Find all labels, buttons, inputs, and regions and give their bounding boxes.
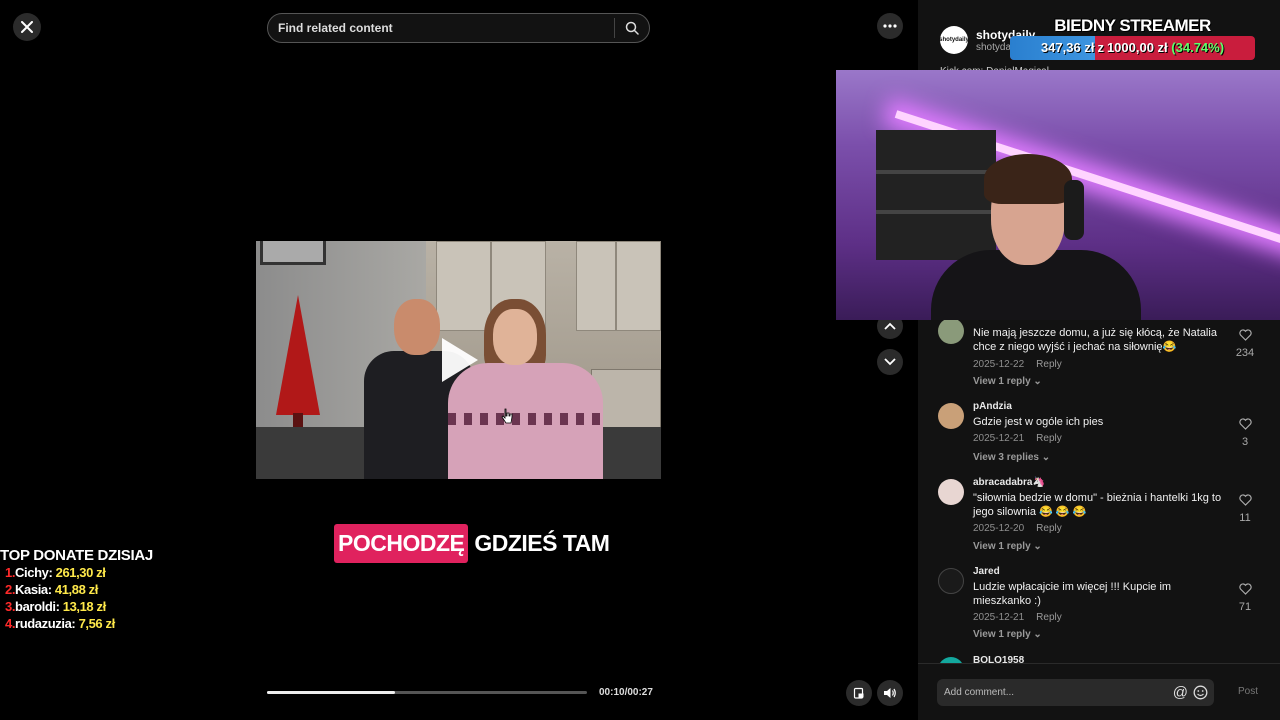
- like-button[interactable]: 71: [1232, 582, 1258, 613]
- close-button[interactable]: [13, 13, 41, 41]
- comment-meta: 2025-12-20 Reply: [973, 523, 1062, 534]
- comment-text: Ludzie wpłacajcie im więcej !!! Kupcie i…: [973, 581, 1172, 607]
- volume-button[interactable]: [877, 680, 903, 706]
- comment-avatar[interactable]: [938, 318, 964, 344]
- video-person-woman: [448, 299, 603, 479]
- caption-highlight: POCHODZĘ: [334, 524, 469, 563]
- donate-row: 2.Kasia: 41,88 zł: [5, 582, 98, 597]
- top-donate-overlay: TOP DONATE DZISIAJ 1.Cichy: 261,30 zł 2.…: [0, 547, 200, 632]
- time-display: 00:10/00:27: [599, 687, 653, 698]
- video-scene-tree: [276, 295, 320, 415]
- heart-icon: [1238, 494, 1252, 506]
- donate-row: 4.rudazuzia: 7,56 zł: [5, 616, 115, 631]
- video-frame[interactable]: [256, 241, 661, 479]
- like-count: 3: [1241, 436, 1249, 448]
- goal-separator: z: [1097, 40, 1104, 55]
- comment-input-wrapper: @: [937, 679, 1214, 706]
- video-scene-picture: [260, 241, 326, 265]
- goal-target: 1000,00 zł: [1106, 40, 1168, 55]
- comment-meta: 2025-12-21 Reply: [973, 433, 1062, 444]
- play-icon[interactable]: [442, 338, 478, 382]
- view-replies-button[interactable]: View 1 reply ⌄: [973, 376, 1042, 387]
- author-avatar[interactable]: shotydaily: [939, 26, 969, 54]
- comment-avatar[interactable]: [938, 403, 964, 429]
- emoji-icon[interactable]: [1193, 685, 1208, 700]
- comment-text: "siłownia bedzie w domu" - bieżnia i han…: [973, 492, 1222, 518]
- like-button[interactable]: 11: [1232, 493, 1258, 524]
- mouse-cursor-icon: [501, 408, 513, 424]
- close-icon: [21, 21, 33, 33]
- comment-author[interactable]: Jared: [973, 566, 1000, 577]
- next-video-button[interactable]: [877, 349, 903, 375]
- comment-date: 2025-12-22: [973, 359, 1025, 370]
- comment-date: 2025-12-21: [973, 433, 1025, 444]
- streamer-hair: [984, 154, 1072, 204]
- volume-icon: [884, 688, 896, 698]
- like-button[interactable]: 3: [1232, 417, 1258, 448]
- chevron-up-icon: [884, 322, 896, 330]
- search-bar: [267, 13, 650, 43]
- screen: POCHODZĘ GDZIEŚ TAM 00:10/00:27 TOP DONA…: [0, 0, 1280, 720]
- post-button[interactable]: Post: [1238, 686, 1258, 697]
- reply-button[interactable]: Reply: [1036, 359, 1062, 370]
- progress-fill: [267, 691, 395, 694]
- more-button[interactable]: [877, 13, 903, 39]
- streamer-webcam: [836, 70, 1280, 320]
- reply-button[interactable]: Reply: [1036, 612, 1062, 623]
- heart-icon: [1238, 418, 1252, 430]
- search-input[interactable]: [268, 21, 614, 35]
- comment-avatar[interactable]: [938, 479, 964, 505]
- comment-meta: 2025-12-21 Reply: [973, 612, 1062, 623]
- miniplayer-icon: [853, 687, 864, 699]
- headphone-icon: [1064, 180, 1084, 240]
- miniplayer-button[interactable]: [846, 680, 872, 706]
- search-icon: [625, 21, 639, 35]
- comment-text: Gdzie jest w ogóle ich pies: [973, 416, 1104, 428]
- goal-text: 347,36 zł z 1000,00 zł (34.74%): [1010, 36, 1255, 60]
- video-caption: POCHODZĘ GDZIEŚ TAM: [334, 524, 610, 563]
- comment-item: Jared Ludzie wpłacajcie im więcej !!! Ku…: [938, 566, 1268, 646]
- more-horizontal-icon: [883, 24, 897, 28]
- heart-icon: [1238, 583, 1252, 595]
- donate-row: 1.Cichy: 261,30 zł: [5, 565, 106, 580]
- view-replies-button[interactable]: View 1 reply ⌄: [973, 541, 1042, 552]
- reply-button[interactable]: Reply: [1036, 433, 1062, 444]
- goal-raised: 347,36 zł: [1040, 40, 1095, 55]
- chevron-down-icon: [884, 358, 896, 366]
- comment-item: abracadabra🦄 "siłownia bedzie w domu" - …: [938, 477, 1268, 557]
- comment-input[interactable]: [944, 687, 1173, 698]
- like-count: 234: [1235, 347, 1255, 359]
- video-player[interactable]: POCHODZĘ GDZIEŚ TAM 00:10/00:27: [256, 0, 661, 720]
- comment-meta: 2025-12-22 Reply: [973, 359, 1062, 370]
- view-replies-button[interactable]: View 1 reply ⌄: [973, 629, 1042, 640]
- donation-goal: BIEDNY STREAMER 347,36 zł z 1000,00 zł (34…: [1010, 16, 1255, 60]
- progress-bar[interactable]: [267, 691, 587, 694]
- goal-percent: (34.74%): [1171, 40, 1225, 55]
- goal-title: BIEDNY STREAMER: [1054, 16, 1211, 35]
- like-button[interactable]: 234: [1232, 328, 1258, 359]
- donate-title: TOP DONATE DZISIAJ: [0, 547, 153, 564]
- comment-date: 2025-12-20: [973, 523, 1025, 534]
- caption-text: GDZIEŚ TAM: [474, 530, 610, 556]
- search-button[interactable]: [615, 14, 649, 42]
- comment-avatar[interactable]: [938, 568, 964, 594]
- heart-icon: [1238, 329, 1252, 341]
- like-count: 71: [1238, 601, 1252, 613]
- comment-author[interactable]: pAndzia: [973, 401, 1012, 412]
- comment-date: 2025-12-21: [973, 612, 1025, 623]
- comment-item: Aleksandra Nie mają jeszcze domu, a już …: [938, 312, 1268, 392]
- comment-text: Nie mają jeszcze domu, a już się kłócą, …: [973, 327, 1217, 353]
- webcam-shelf: [876, 130, 996, 260]
- reply-button[interactable]: Reply: [1036, 523, 1062, 534]
- donate-row: 3.baroldi: 13,18 zł: [5, 599, 106, 614]
- view-replies-button[interactable]: View 3 replies ⌄: [973, 452, 1050, 463]
- at-icon[interactable]: @: [1173, 684, 1188, 701]
- comment-author[interactable]: abracadabra🦄: [973, 477, 1045, 488]
- like-count: 11: [1239, 512, 1251, 524]
- comment-composer: @ Post: [918, 663, 1280, 720]
- comment-item: pAndzia Gdzie jest w ogóle ich pies 2025…: [938, 401, 1268, 471]
